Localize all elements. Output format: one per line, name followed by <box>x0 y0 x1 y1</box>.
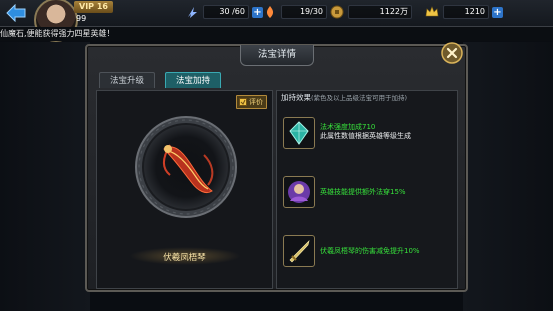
stamina-value: 30 /60 <box>203 5 249 19</box>
effect-item: 伏羲凤梧琴的伤害减免提升10% <box>283 235 453 269</box>
top-bar: VIP 16 99 30 /60 + 19/30 1122万 1210 + <box>0 0 553 42</box>
gold-plus-button[interactable]: + <box>492 6 503 18</box>
stamina-icon <box>188 7 197 18</box>
rate-button[interactable]: 评价 <box>236 95 267 109</box>
crystal-icon[interactable] <box>283 117 315 149</box>
effect-line: 伏羲凤梧琴的伤害减免提升10% <box>320 247 420 255</box>
tab-upgrade[interactable]: 法宝升级 <box>99 72 155 88</box>
tab-bless[interactable]: 法宝加持 <box>165 72 221 88</box>
close-button[interactable] <box>439 40 465 66</box>
rate-icon <box>239 98 247 106</box>
effect-desc: 此属性数值根据英雄等级生成 <box>320 132 411 140</box>
stamina-resource: 30 /60 + <box>185 4 263 20</box>
effect-item: 法术强度加成710 此属性数值根据英雄等级生成 <box>283 117 453 151</box>
energy-value: 19/30 <box>281 5 327 19</box>
coin-resource: 1122万 <box>330 4 412 20</box>
treasure-ring-frame <box>135 116 237 218</box>
effects-title: 加持效果 <box>281 93 311 102</box>
close-icon <box>441 42 463 64</box>
mage-portrait-icon[interactable] <box>283 176 315 208</box>
gold-value: 1210 <box>443 5 489 19</box>
treasure-name: 伏羲凤梧琴 <box>163 253 206 263</box>
treasure-detail-dialog: 法宝详情 法宝升级 法宝加持 评价 伏羲凤梧琴 加持效果(紫色及以上品级法宝可用… <box>85 42 468 292</box>
dialog-title: 法宝详情 <box>240 45 314 66</box>
effects-header: 加持效果(紫色及以上品级法宝可用于加持) <box>277 91 457 105</box>
coin-icon <box>330 5 344 19</box>
energy-icon <box>266 6 274 18</box>
sword-icon[interactable] <box>283 235 315 267</box>
gold-resource: 1210 + <box>425 4 503 20</box>
rate-label: 评价 <box>249 98 263 106</box>
stamina-plus-button[interactable]: + <box>252 6 263 18</box>
background-scene <box>0 42 90 311</box>
effect-line: 英雄技能提供额外法穿15% <box>320 188 406 196</box>
gold-crown-icon <box>425 6 439 17</box>
effect-item: 英雄技能提供额外法穿15% <box>283 176 453 210</box>
coin-value: 1122万 <box>348 5 412 19</box>
background-scene <box>463 42 553 311</box>
announcement-ticker: 仙魔石,便能获得强力四星英雄！ <box>0 27 553 41</box>
back-button[interactable] <box>2 0 30 26</box>
energy-resource: 19/30 <box>263 4 327 20</box>
effects-note: (紫色及以上品级法宝可用于加持) <box>311 94 408 102</box>
vip-badge[interactable]: VIP 16 <box>74 1 113 13</box>
player-level: 99 <box>76 14 87 23</box>
bless-effects-panel: 加持效果(紫色及以上品级法宝可用于加持) 法术强度加成710 此属性数值根据英雄… <box>276 90 458 289</box>
treasure-display-panel: 评价 伏羲凤梧琴 <box>96 90 273 289</box>
back-arrow-icon <box>6 4 26 22</box>
